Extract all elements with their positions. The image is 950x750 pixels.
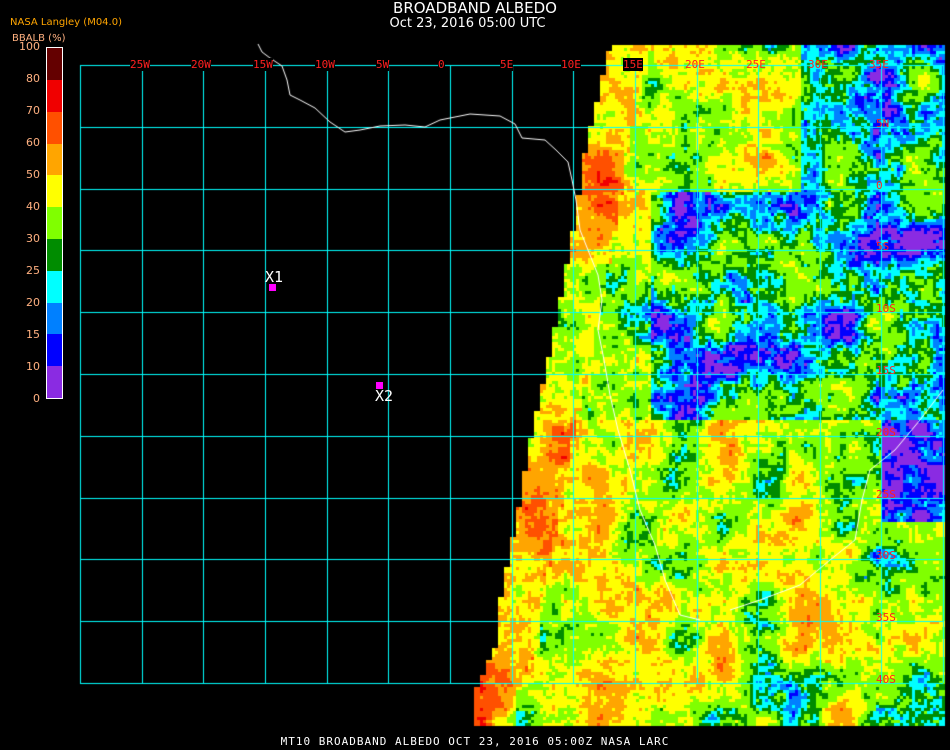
latitude-label: 20S <box>876 426 896 439</box>
color-swatch <box>47 207 62 239</box>
scale-tick-label: 50 <box>26 168 40 181</box>
latitude-label: 30S <box>876 549 896 562</box>
scale-tick-label: 20 <box>26 296 40 309</box>
color-swatch <box>47 270 62 303</box>
longitude-label: 15E <box>623 58 643 71</box>
latitude-label: 35S <box>876 611 896 624</box>
source-label: NASA Langley (M04.0) <box>10 17 122 28</box>
latitude-label: 15S <box>876 364 896 377</box>
color-swatch <box>47 111 62 144</box>
scale-tick-label: 70 <box>26 104 40 117</box>
color-swatch <box>47 175 62 208</box>
longitude-label: 25E <box>746 58 766 71</box>
longitude-label: 20E <box>685 58 705 71</box>
color-swatch <box>47 238 62 271</box>
scale-tick-label: 0 <box>33 392 40 405</box>
color-swatch <box>47 366 62 398</box>
scale-tick-label: 15 <box>26 328 40 341</box>
marker-x2-label: X2 <box>375 387 394 405</box>
longitude-label: 15W <box>253 58 273 71</box>
color-swatch <box>47 302 62 335</box>
latitude-label: 10S <box>876 302 896 315</box>
longitude-label: 5W <box>376 58 390 71</box>
latitude-label: 0 <box>876 179 883 192</box>
latitude-label: 5N <box>876 117 890 130</box>
longitude-label: 25W <box>130 58 150 71</box>
scale-tick-label: 40 <box>26 200 40 213</box>
marker-x1-label: X1 <box>265 268 284 286</box>
color-swatch <box>47 334 62 367</box>
longitude-label: 35E <box>869 58 889 71</box>
latitude-label: 5S <box>876 240 890 253</box>
scale-tick-label: 100 <box>19 40 40 53</box>
color-swatch <box>47 48 62 80</box>
map-timestamp: Oct 23, 2016 05:00 UTC <box>389 16 546 31</box>
longitude-label: 10W <box>315 58 335 71</box>
map-title: BROADBAND ALBEDO <box>393 0 557 17</box>
color-scale-bar <box>46 47 63 399</box>
latitude-label: 40S <box>876 673 896 686</box>
latitude-label: 25S <box>876 488 896 501</box>
longitude-label: 30E <box>808 58 828 71</box>
longitude-label: 0 <box>438 58 445 71</box>
longitude-label: 10E <box>561 58 581 71</box>
scale-tick-label: 80 <box>26 72 40 85</box>
color-swatch <box>47 143 62 176</box>
color-swatch <box>47 79 62 112</box>
scale-tick-label: 25 <box>26 264 40 277</box>
longitude-label: 20W <box>191 58 211 71</box>
scale-tick-label: 10 <box>26 360 40 373</box>
albedo-map <box>0 0 950 750</box>
scale-tick-label: 60 <box>26 136 40 149</box>
longitude-label: 5E <box>500 58 514 71</box>
scale-tick-label: 30 <box>26 232 40 245</box>
footer-caption: MT10 BROADBAND ALBEDO OCT 23, 2016 05:00… <box>280 735 670 748</box>
